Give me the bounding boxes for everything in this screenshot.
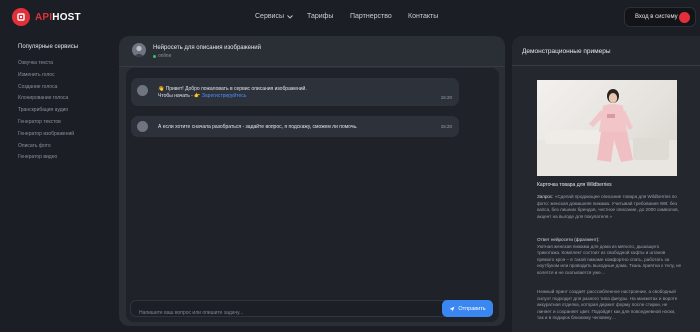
chat-messages: 👋 Привет! Добро пожаловать в сервис опис… xyxy=(126,68,499,322)
site-header: APIHOST Сервисы Тарифы Партнерство Конта… xyxy=(0,0,700,34)
nav-services[interactable]: Сервисы xyxy=(255,13,293,20)
login-button[interactable]: Вход в систему xyxy=(624,7,696,27)
user-icon xyxy=(679,12,690,23)
sidebar-item-voice-clone[interactable]: Клонирование голоса xyxy=(18,93,108,105)
logo-badge-icon xyxy=(12,8,30,26)
services-sidebar: Популярные сервисы Озвучка текста Измени… xyxy=(18,44,108,164)
chat-title: Нейросеть для описания изображений xyxy=(153,45,261,51)
sidebar-item-voice-create[interactable]: Создание голоса xyxy=(18,82,108,94)
sidebar-item-describe-photo[interactable]: Описать фото xyxy=(18,141,108,153)
sidebar-item-voice-change[interactable]: Изменить голос xyxy=(18,70,108,82)
sidebar-item-video-generator[interactable]: Генератор видео xyxy=(18,152,108,164)
message-time: 15:20 xyxy=(440,124,452,129)
message-prompt: Чтобы начать - 👉 xyxy=(158,93,201,99)
chat-panel: Нейросеть для описания изображений onlin… xyxy=(119,36,505,326)
login-label: Вход в систему xyxy=(635,14,678,20)
answer-text: Уютная женская пижама для дома из мягког… xyxy=(537,243,682,275)
examples-title: Демонстрационные примеры xyxy=(522,48,611,55)
send-button[interactable]: Отправить xyxy=(442,300,493,317)
nav-services-label: Сервисы xyxy=(255,13,285,20)
sidebar-title: Популярные сервисы xyxy=(18,44,79,50)
online-dot-icon xyxy=(153,54,156,58)
sidebar-item-text-generator[interactable]: Генератор текстов xyxy=(18,117,108,129)
bot-avatar xyxy=(132,43,146,57)
request-text: «Сделай продающее описание товара для Wi… xyxy=(537,194,679,219)
examples-panel: Демонстрационные примеры Карточка товара… xyxy=(512,36,700,332)
nav-partnership-label: Партнерство xyxy=(350,13,392,20)
status-badge: online xyxy=(153,53,171,59)
request-label: Запрос: xyxy=(537,194,554,199)
example-product-photo xyxy=(537,80,677,176)
nav-tariffs-label: Тарифы xyxy=(307,13,334,20)
answer-text-2: Нежный принт создаёт расслабленное настр… xyxy=(537,289,678,320)
bot-avatar xyxy=(137,121,148,132)
example-answer: Ответ нейросети (фрагмент): Уютная женск… xyxy=(537,237,682,276)
example-request: Запрос: «Сделай продающее описание товар… xyxy=(537,194,682,220)
chat-message: А если хотите сначала разобраться - зада… xyxy=(131,116,459,137)
message-text: А если хотите сначала разобраться - зада… xyxy=(158,123,358,130)
nav-contacts-label: Контакты xyxy=(408,13,439,20)
logo[interactable]: APIHOST xyxy=(12,8,81,26)
message-input[interactable] xyxy=(131,305,489,321)
send-icon xyxy=(449,306,455,311)
nav-partnership[interactable]: Партнерство xyxy=(350,13,392,20)
sidebar-item-tts[interactable]: Озвучка текста xyxy=(18,58,108,70)
message-time: 15:20 xyxy=(440,95,452,100)
answer-label: Ответ нейросети (фрагмент): xyxy=(537,237,600,242)
send-label: Отправить xyxy=(458,305,486,312)
message-text-line2: Чтобы начать - 👉 Зарегистрируйтесь xyxy=(158,92,246,100)
register-link[interactable]: Зарегистрируйтесь xyxy=(202,93,246,99)
sidebar-item-transcription[interactable]: Транскрибация аудио xyxy=(18,105,108,117)
chat-header: Нейросеть для описания изображений onlin… xyxy=(119,36,505,67)
nav-tariffs[interactable]: Тарифы xyxy=(307,13,333,20)
examples-header: Демонстрационные примеры xyxy=(512,36,700,66)
status-text: online xyxy=(158,53,172,59)
example-answer-continued: Нежный принт создаёт расслабленное настр… xyxy=(537,289,682,322)
bot-avatar xyxy=(137,85,148,96)
nav-contacts[interactable]: Контакты xyxy=(408,13,438,20)
example-caption: Карточка товара для Wildberries xyxy=(537,182,612,188)
chat-message: 👋 Привет! Добро пожаловать в сервис опис… xyxy=(131,78,459,106)
logo-text: APIHOST xyxy=(35,11,81,23)
message-input-wrap xyxy=(130,300,490,321)
sidebar-item-image-generator[interactable]: Генератор изображений xyxy=(18,129,108,141)
chevron-down-icon xyxy=(287,14,293,19)
